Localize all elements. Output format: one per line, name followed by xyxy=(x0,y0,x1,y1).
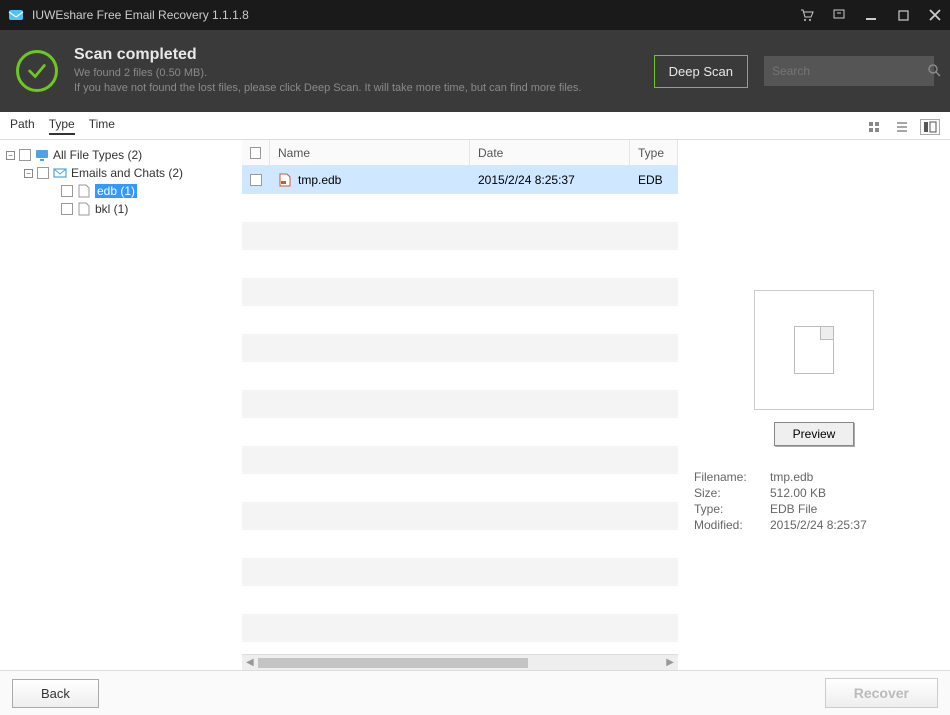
window-title: IUWEshare Free Email Recovery 1.1.1.8 xyxy=(32,8,800,22)
empty-row xyxy=(242,306,678,334)
tab-time[interactable]: Time xyxy=(89,117,115,135)
file-type-icon xyxy=(278,173,292,187)
empty-row xyxy=(242,194,678,222)
file-type: EDB xyxy=(630,166,678,194)
empty-row xyxy=(242,362,678,390)
document-icon xyxy=(794,326,834,374)
preview-panel: Preview Filename:tmp.edb Size:512.00 KB … xyxy=(678,140,950,670)
column-name[interactable]: Name xyxy=(270,140,470,165)
title-bar: IUWEshare Free Email Recovery 1.1.1.8 xyxy=(0,0,950,30)
scrollbar-thumb[interactable] xyxy=(258,658,528,668)
empty-row xyxy=(242,586,678,614)
empty-row xyxy=(242,418,678,446)
meta-label-type: Type: xyxy=(694,502,770,516)
empty-row xyxy=(242,250,678,278)
row-checkbox[interactable] xyxy=(250,174,262,186)
empty-row xyxy=(242,558,678,586)
empty-row xyxy=(242,502,678,530)
file-icon xyxy=(77,184,91,198)
status-header: Scan completed We found 2 files (0.50 MB… xyxy=(0,30,950,112)
meta-label-size: Size: xyxy=(694,486,770,500)
file-row[interactable]: tmp.edb 2015/2/24 8:25:37 EDB xyxy=(242,166,678,194)
empty-row xyxy=(242,222,678,250)
empty-row xyxy=(242,334,678,362)
scroll-left-icon[interactable]: ◀ xyxy=(246,657,254,668)
sub-toolbar: Path Type Time xyxy=(0,112,950,140)
search-icon[interactable] xyxy=(927,63,941,80)
footer-bar: Back Recover xyxy=(0,670,950,715)
close-icon[interactable] xyxy=(928,8,942,22)
horizontal-scrollbar[interactable]: ◀ ▶ xyxy=(242,654,678,670)
scan-title: Scan completed xyxy=(74,46,638,64)
tree-checkbox[interactable] xyxy=(61,203,73,215)
maximize-icon[interactable] xyxy=(896,8,910,22)
file-date: 2015/2/24 8:25:37 xyxy=(470,166,630,194)
scan-complete-icon xyxy=(16,50,58,92)
tree-checkbox[interactable] xyxy=(61,185,73,197)
file-list: Name Date Type tmp.edb 2015/2/24 8:25:37… xyxy=(242,140,678,670)
minimize-icon[interactable] xyxy=(864,8,878,22)
cart-icon[interactable] xyxy=(800,8,814,22)
tab-type[interactable]: Type xyxy=(49,117,75,135)
deep-scan-button[interactable]: Deep Scan xyxy=(654,55,748,88)
app-logo-icon xyxy=(8,7,24,23)
meta-value-modified: 2015/2/24 8:25:37 xyxy=(770,518,867,532)
tree-label: Emails and Chats (2) xyxy=(71,166,183,180)
feedback-icon[interactable] xyxy=(832,8,846,22)
empty-row xyxy=(242,446,678,474)
tree-checkbox[interactable] xyxy=(19,149,31,161)
empty-row xyxy=(242,390,678,418)
view-detail-icon[interactable] xyxy=(920,119,940,135)
tree-node-bkl[interactable]: bkl (1) xyxy=(4,200,237,218)
column-type[interactable]: Type xyxy=(630,140,678,165)
empty-row xyxy=(242,614,678,642)
preview-thumbnail xyxy=(754,290,874,410)
meta-value-filename: tmp.edb xyxy=(770,470,813,484)
column-date[interactable]: Date xyxy=(470,140,630,165)
collapse-icon[interactable]: − xyxy=(24,169,33,178)
scan-subline-1: We found 2 files (0.50 MB). xyxy=(74,66,638,81)
tree-label: All File Types (2) xyxy=(53,148,142,162)
preview-button[interactable]: Preview xyxy=(774,422,855,446)
view-list-icon[interactable] xyxy=(892,119,912,135)
scroll-right-icon[interactable]: ▶ xyxy=(666,657,674,668)
tree-label: bkl (1) xyxy=(95,202,128,216)
scan-subline-2: If you have not found the lost files, pl… xyxy=(74,81,638,96)
envelope-icon xyxy=(53,166,67,180)
file-name: tmp.edb xyxy=(298,173,341,187)
meta-label-modified: Modified: xyxy=(694,518,770,532)
back-button[interactable]: Back xyxy=(12,679,99,708)
tree-node-edb[interactable]: edb (1) xyxy=(4,182,237,200)
recover-button[interactable]: Recover xyxy=(825,678,938,708)
select-all-checkbox[interactable] xyxy=(250,147,261,159)
monitor-icon xyxy=(35,148,49,162)
tree-node-all[interactable]: − All File Types (2) xyxy=(4,146,237,164)
file-icon xyxy=(77,202,91,216)
tab-path[interactable]: Path xyxy=(10,117,35,135)
meta-label-filename: Filename: xyxy=(694,470,770,484)
search-field[interactable] xyxy=(764,56,934,86)
type-tree: − All File Types (2) − Emails and Chats … xyxy=(0,140,242,670)
empty-row xyxy=(242,278,678,306)
tree-label: edb (1) xyxy=(95,184,137,198)
search-input[interactable] xyxy=(772,64,927,78)
view-grid-icon[interactable] xyxy=(864,119,884,135)
tree-checkbox[interactable] xyxy=(37,167,49,179)
file-list-header: Name Date Type xyxy=(242,140,678,166)
empty-row xyxy=(242,474,678,502)
meta-value-type: EDB File xyxy=(770,502,817,516)
tree-node-emails[interactable]: − Emails and Chats (2) xyxy=(4,164,237,182)
collapse-icon[interactable]: − xyxy=(6,151,15,160)
empty-row xyxy=(242,530,678,558)
meta-value-size: 512.00 KB xyxy=(770,486,826,500)
